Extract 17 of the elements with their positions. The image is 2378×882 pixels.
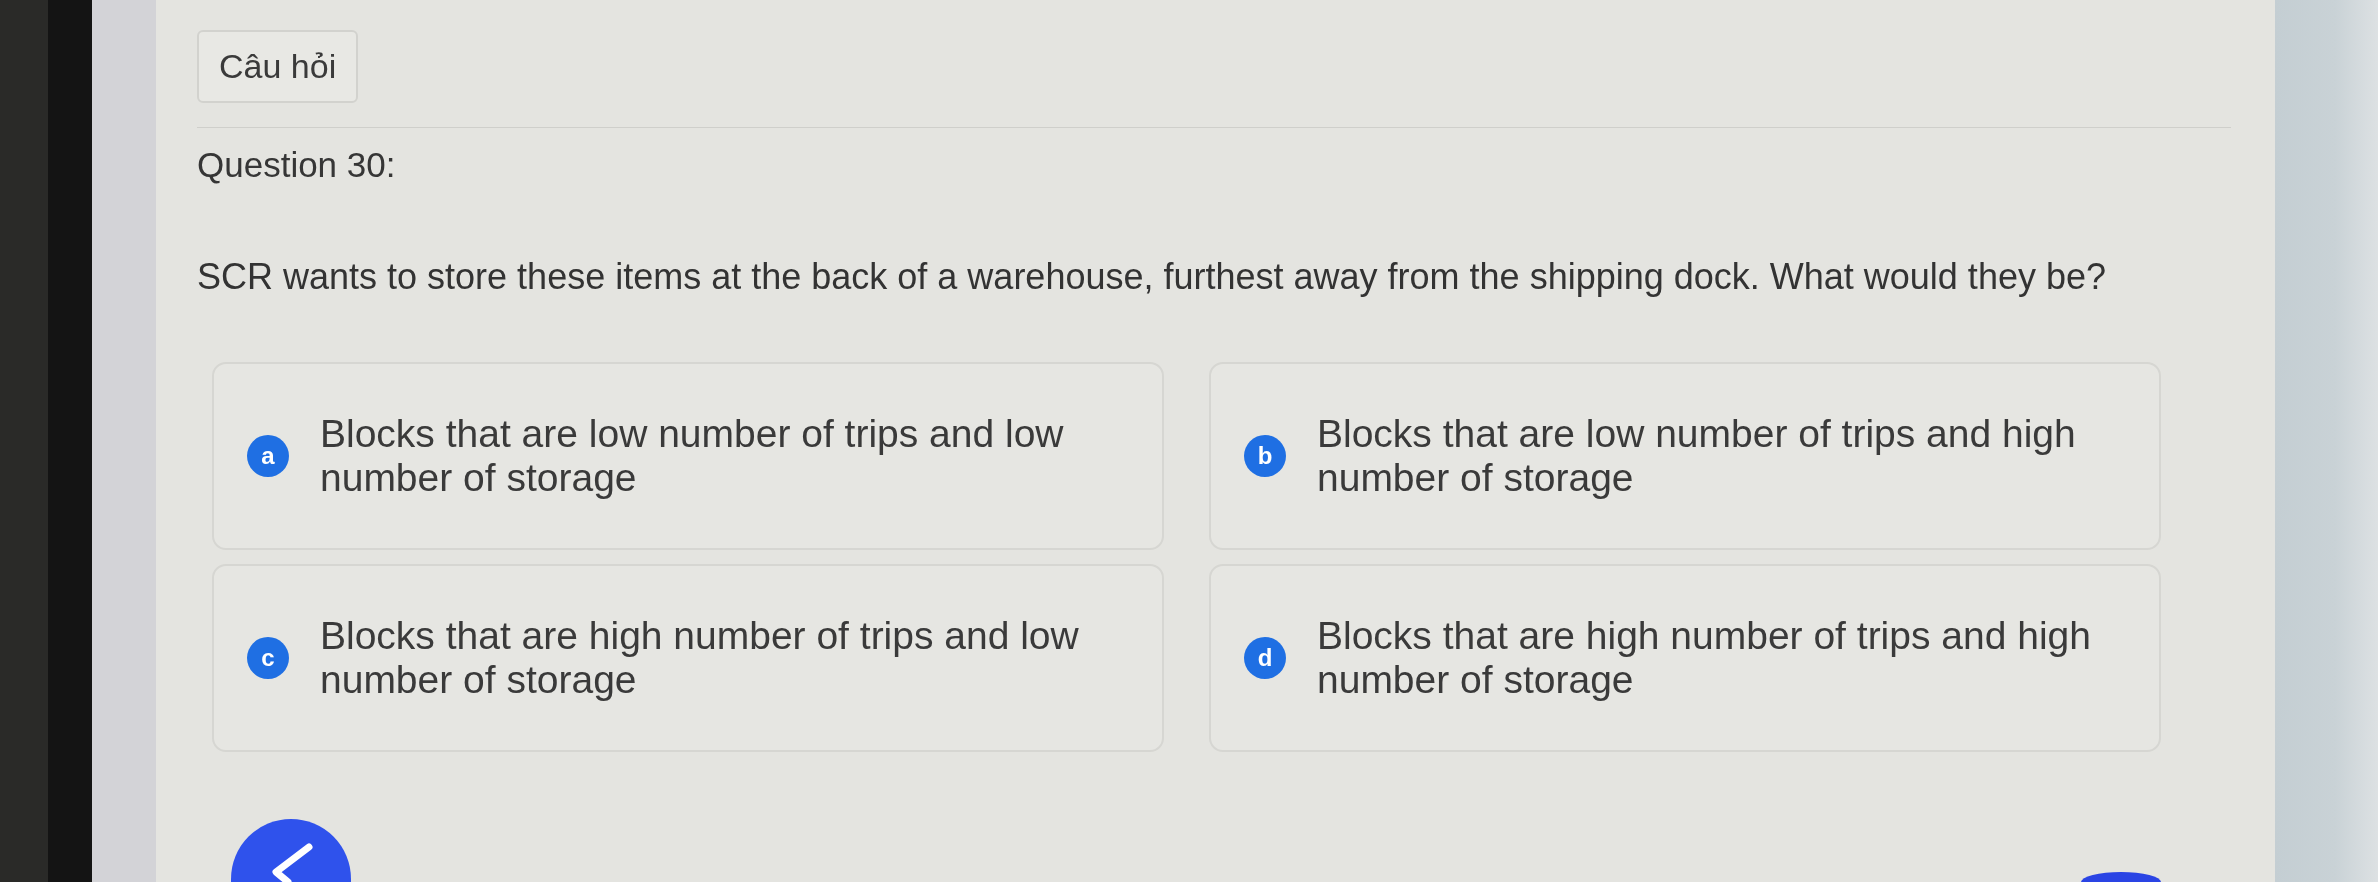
question-text: SCR wants to store these items at the back of a warehouse, furthest away from the shipping dock. What would they be? — [197, 256, 2107, 298]
question-number: Question 30: — [197, 145, 397, 185]
questions-button[interactable]: Câu hỏi — [197, 30, 359, 103]
answer-option[interactable]: c Blocks that are high number of trips and low number of storage — [212, 564, 1164, 752]
option-text: Blocks that are high number of trips and high number of storage — [1317, 614, 2092, 702]
option-letter: d — [1244, 637, 1286, 679]
option-text: Blocks that are low number of trips and low number of storage — [320, 412, 1065, 500]
answer-option[interactable]: a Blocks that are low number of trips and low number of storage — [212, 362, 1164, 550]
answer-option[interactable]: b Blocks that are low number of trips and high number of storage — [1209, 362, 2161, 550]
option-letter: c — [247, 637, 289, 679]
round-button[interactable] — [2081, 872, 2161, 882]
option-text: Blocks that are low number of trips and high number of storage — [1317, 412, 2077, 500]
option-letter: a — [247, 435, 289, 477]
option-letter: b — [1244, 435, 1286, 477]
chevron-left-icon — [271, 843, 313, 882]
answer-option[interactable]: d Blocks that are high number of trips and high number of storage — [1209, 564, 2161, 752]
option-text: Blocks that are high number of trips and low number of storage — [320, 614, 1080, 702]
